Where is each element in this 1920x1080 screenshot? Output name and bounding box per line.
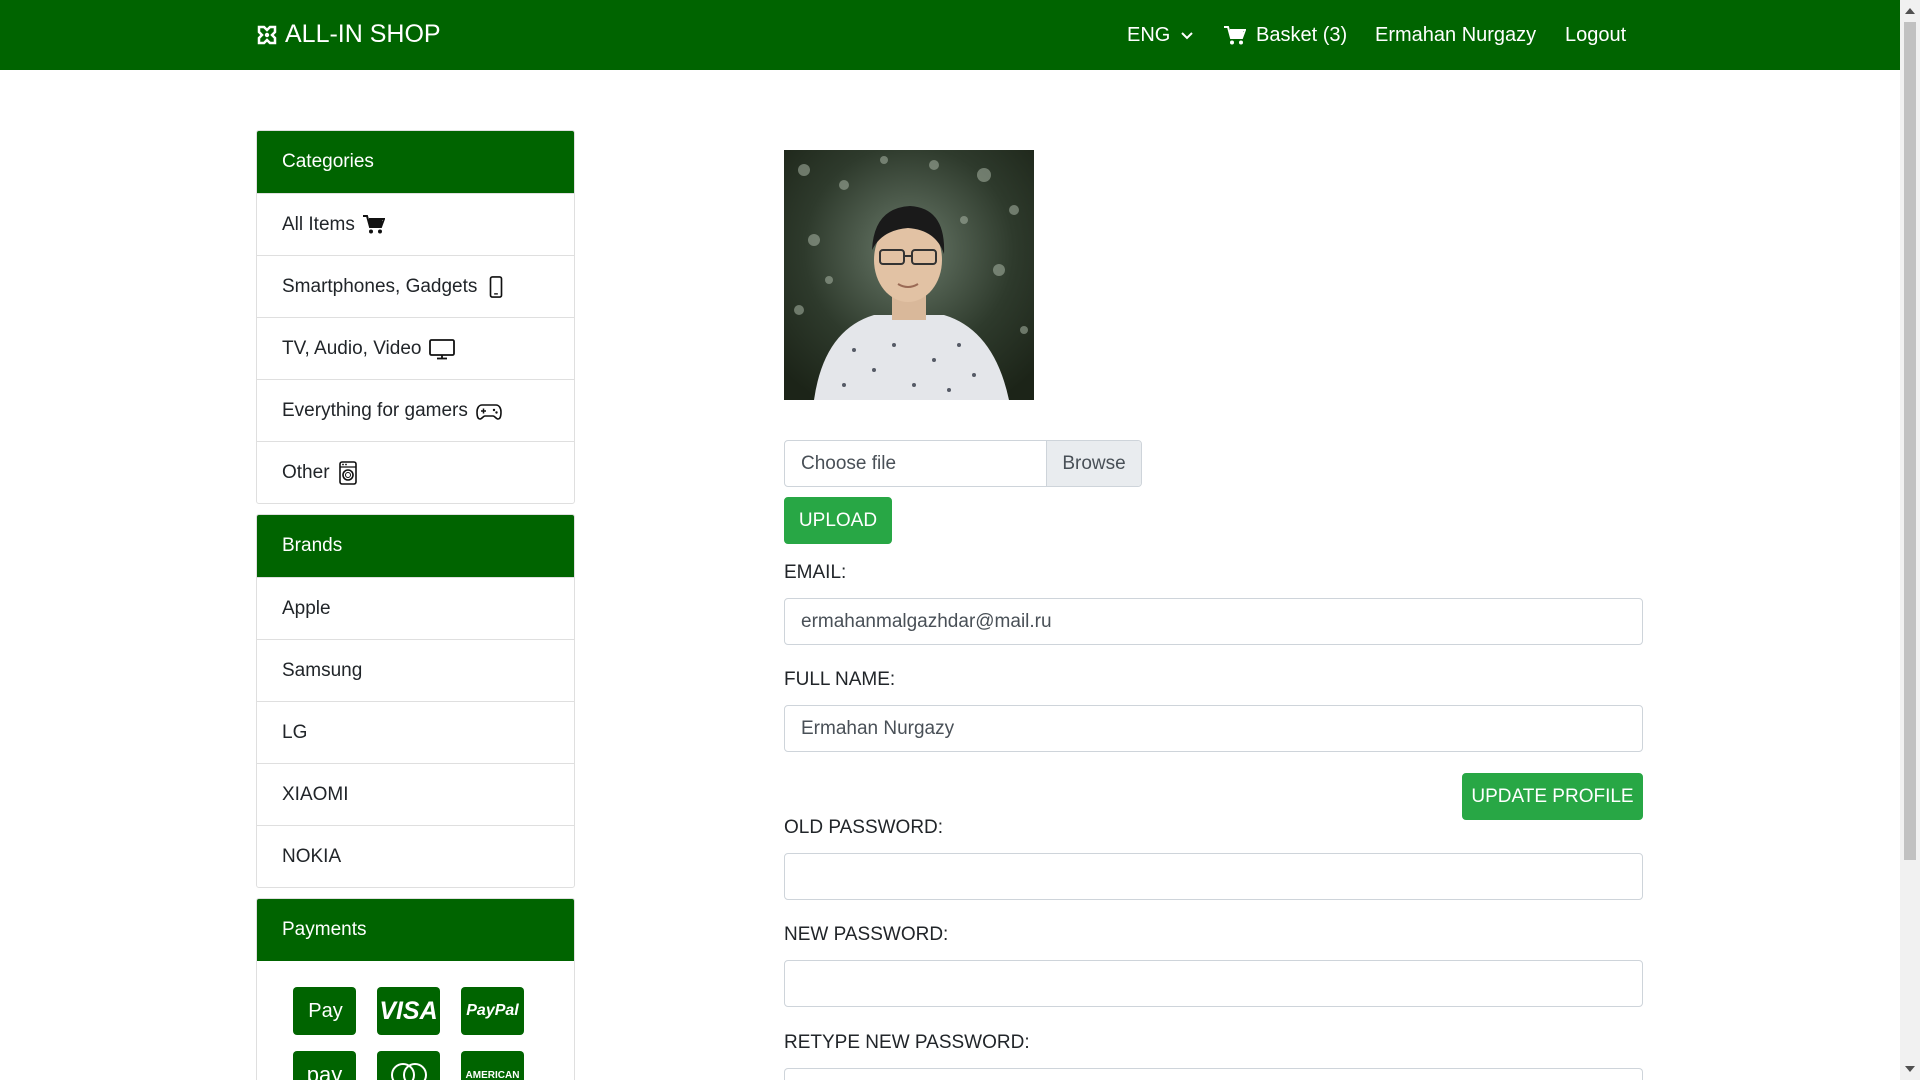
- cart-icon: [1224, 25, 1246, 44]
- brand-link[interactable]: ALL-IN SHOP: [255, 20, 441, 49]
- brands-card: Brands Apple Samsung LG XIAOMI NOKIA: [256, 514, 575, 888]
- category-label: All Items: [282, 213, 355, 235]
- payments-header: Payments: [257, 899, 574, 961]
- new-password-field[interactable]: [784, 960, 1643, 1007]
- brand-name: ALL-IN SHOP: [285, 20, 441, 48]
- file-choose-label[interactable]: Choose file: [785, 441, 1046, 486]
- phone-icon: [490, 275, 503, 298]
- mastercard-icon: [390, 1063, 427, 1080]
- user-profile-link[interactable]: Ermahan Nurgazy: [1375, 24, 1536, 47]
- google-pay-logo: pay: [293, 1051, 356, 1080]
- old-password-field[interactable]: [784, 853, 1643, 900]
- full-name-field[interactable]: Ermahan Nurgazy: [784, 705, 1643, 752]
- brand-item-nokia[interactable]: NOKIA: [257, 825, 574, 887]
- category-label: Everything for gamers: [282, 399, 468, 421]
- monitor-icon: [429, 338, 456, 359]
- payments-logos: Pay VISA PayPal pay AMERICAN: [257, 961, 574, 1080]
- chevron-down-icon: [1181, 31, 1194, 39]
- joomla-icon: [257, 25, 277, 44]
- visa-logo: VISA: [377, 987, 440, 1035]
- amex-logo: AMERICAN: [461, 1051, 524, 1080]
- update-profile-button[interactable]: UPDATE PROFILE: [1462, 773, 1643, 820]
- full-name-label: FULL NAME:: [784, 669, 896, 690]
- cart-icon: [362, 214, 385, 233]
- scroll-down-arrow-icon[interactable]: [1905, 1066, 1915, 1072]
- category-item-other[interactable]: Other: [257, 441, 574, 503]
- upload-button[interactable]: UPLOAD: [784, 497, 892, 544]
- profile-avatar: [784, 150, 1034, 400]
- scroll-thumb[interactable]: [1904, 22, 1916, 860]
- brand-item-lg[interactable]: LG: [257, 701, 574, 763]
- old-password-label: OLD PASSWORD:: [784, 817, 944, 838]
- category-item-tv-audio-video[interactable]: TV, Audio, Video: [257, 317, 574, 379]
- new-password-label: NEW PASSWORD:: [784, 924, 949, 945]
- avatar-image: [784, 150, 1034, 400]
- washing-machine-icon: [338, 460, 357, 485]
- user-name: Ermahan Nurgazy: [1375, 24, 1537, 46]
- email-field[interactable]: ermahanmalgazhdar@mail.ru: [784, 598, 1643, 645]
- page-scrollbar[interactable]: [1900, 0, 1920, 1080]
- categories-header: Categories: [257, 131, 574, 193]
- brand-item-xiaomi[interactable]: XIAOMI: [257, 763, 574, 825]
- logout-link[interactable]: Logout: [1565, 24, 1626, 47]
- brands-header: Brands: [257, 515, 574, 577]
- logout-label: Logout: [1565, 24, 1627, 46]
- category-label: TV, Audio, Video: [282, 337, 422, 359]
- mastercard-logo: [377, 1051, 440, 1080]
- basket-label: Basket (3): [1256, 24, 1348, 46]
- paypal-logo: PayPal: [461, 987, 524, 1035]
- browse-button[interactable]: Browse: [1046, 441, 1141, 486]
- gamepad-icon: [476, 403, 502, 420]
- category-item-smartphones[interactable]: Smartphones, Gadgets: [257, 255, 574, 317]
- apple-pay-logo: Pay: [293, 987, 356, 1035]
- language-label: ENG: [1127, 24, 1171, 46]
- retype-password-field[interactable]: [784, 1068, 1643, 1080]
- categories-card: Categories All Items Smartphones, Gadget…: [256, 130, 575, 504]
- apple-pay-text: Pay: [308, 999, 343, 1022]
- category-label: Smartphones, Gadgets: [282, 275, 478, 297]
- category-label: Other: [282, 461, 330, 483]
- basket-link[interactable]: Basket (3): [1224, 24, 1347, 47]
- scroll-up-arrow-icon[interactable]: [1905, 8, 1915, 14]
- email-label: EMAIL:: [784, 562, 847, 583]
- top-navbar: ALL-IN SHOP ENG Basket (3) Ermahan Nurga…: [0, 0, 1900, 70]
- file-chooser[interactable]: Choose file Browse: [784, 440, 1142, 487]
- sidebar: Categories All Items Smartphones, Gadget…: [256, 130, 575, 1080]
- language-dropdown[interactable]: ENG: [1127, 24, 1194, 47]
- brand-item-samsung[interactable]: Samsung: [257, 639, 574, 701]
- brand-item-apple[interactable]: Apple: [257, 577, 574, 639]
- payments-card: Payments Pay VISA PayPal pay AMERICAN: [256, 898, 575, 1080]
- retype-password-label: RETYPE NEW PASSWORD:: [784, 1032, 1030, 1053]
- category-item-gamers[interactable]: Everything for gamers: [257, 379, 574, 441]
- category-item-all-items[interactable]: All Items: [257, 193, 574, 255]
